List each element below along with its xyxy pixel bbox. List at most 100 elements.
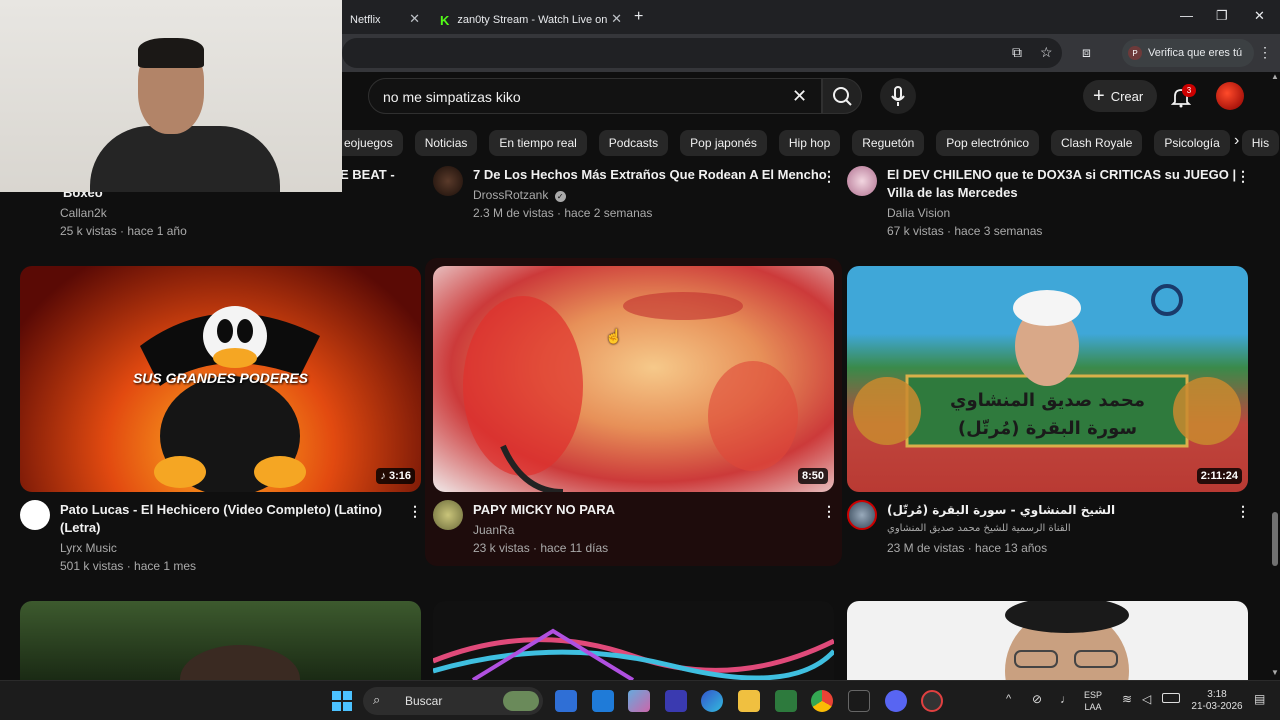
bookmark-star-icon[interactable]: ☆ [1040, 44, 1053, 61]
account-avatar[interactable] [1216, 82, 1244, 110]
close-tab-icon[interactable]: ✕ [611, 11, 622, 27]
taskbar-search[interactable]: ⌕ Buscar [363, 687, 543, 715]
more-options-icon[interactable]: ⋮ [822, 503, 836, 520]
app-icon[interactable] [848, 690, 870, 712]
channel-name[interactable]: Dalia Vision [887, 206, 950, 220]
chip[interactable]: Noticias [414, 130, 478, 156]
chip[interactable]: Reguetón [852, 130, 925, 156]
battery-icon[interactable] [1162, 693, 1180, 703]
app-tray-icon[interactable]: ⊘ [1032, 692, 1042, 706]
clear-search-icon[interactable]: ✕ [792, 86, 807, 107]
minimize-icon[interactable]: — [1180, 8, 1193, 23]
video-title[interactable]: E BEAT - [340, 166, 395, 184]
thumbnail-caption: SUS GRANDES PODERES [132, 370, 309, 386]
install-icon[interactable]: ⧉ [1012, 44, 1022, 61]
maximize-icon[interactable]: ❐ [1216, 8, 1228, 24]
app-icon[interactable] [921, 690, 943, 712]
file-explorer-icon[interactable] [738, 690, 760, 712]
search-highlight-icon [503, 691, 539, 711]
discord-icon[interactable] [885, 690, 907, 712]
video-title[interactable]: الشيخ المنشاوي - سورة البقرة (مُرتّل) [887, 501, 1115, 519]
app-icon[interactable] [665, 690, 687, 712]
voice-search-button[interactable] [880, 78, 916, 114]
channel-name[interactable]: القناة الرسمية للشيخ محمد صديق المنشاوي [887, 523, 1071, 534]
channel-name[interactable]: Callan2k [60, 206, 107, 220]
volume-icon[interactable]: ◁ [1142, 692, 1151, 706]
menu-icon[interactable]: ⋮ [1258, 44, 1272, 61]
clock[interactable]: 3:18 21-03-2026 [1186, 689, 1248, 713]
video-thumbnail[interactable] [847, 601, 1248, 680]
verify-label: Verifica que eres tú [1148, 47, 1243, 59]
verify-button[interactable]: P Verifica que eres tú [1122, 39, 1255, 67]
chip[interactable]: Clash Royale [1051, 130, 1143, 156]
channel-name[interactable]: JuanRa [473, 523, 514, 537]
video-title[interactable]: 7 De Los Hechos Más Extraños Que Rodean … [473, 166, 827, 184]
channel-avatar[interactable] [847, 500, 877, 530]
video-title-cont[interactable]: (Letra) [60, 519, 100, 537]
video-thumbnail[interactable]: 8:50 ☝ [433, 266, 834, 492]
channel-avatar[interactable] [20, 500, 50, 530]
language-indicator[interactable]: ESP LAA [1084, 689, 1102, 713]
chevron-up-icon[interactable]: ^ [1006, 693, 1011, 705]
create-button[interactable]: + Crear [1083, 80, 1158, 112]
chip[interactable]: Psicología [1154, 130, 1230, 156]
webcam-overlay [0, 0, 342, 192]
more-options-icon[interactable]: ⋮ [1236, 503, 1250, 520]
thumbnail-arabic-line1: محمد صديق المنشاوي [950, 390, 1145, 411]
search-input[interactable]: no me simpatizas kiko [368, 78, 822, 114]
video-title[interactable]: Pato Lucas - El Hechicero (Video Complet… [60, 501, 382, 519]
video-meta: 501 k vistas · hace 1 mes [60, 559, 197, 573]
chip[interactable]: Pop japonés [680, 130, 767, 156]
video-thumbnail[interactable] [20, 601, 421, 680]
channel-name-text: DrossRotzank [473, 188, 549, 202]
filter-chips: eojuegos Noticias En tiempo real Podcast… [334, 130, 1280, 156]
chrome-icon[interactable] [811, 690, 833, 712]
channel-avatar[interactable] [847, 166, 877, 196]
close-tab-icon[interactable]: ✕ [409, 11, 420, 27]
chip[interactable]: eojuegos [334, 130, 403, 156]
close-window-icon[interactable]: ✕ [1254, 8, 1265, 24]
channel-avatar[interactable] [433, 500, 463, 530]
channel-name[interactable]: DrossRotzank ✓ [473, 188, 566, 202]
wifi-icon[interactable]: ≋ [1122, 692, 1132, 706]
channel-name[interactable]: Lyrx Music [60, 541, 117, 555]
more-options-icon[interactable]: ⋮ [822, 168, 836, 185]
video-title[interactable]: PAPY MICKY NO PARA [473, 501, 615, 519]
app-icon[interactable] [592, 690, 614, 712]
video-thumbnail[interactable]: SUS GRANDES PODERES ♪ 3:16 [20, 266, 421, 492]
search-button[interactable] [822, 78, 862, 114]
video-meta: 67 k vistas · hace 3 semanas [887, 224, 1043, 238]
channel-avatar[interactable] [433, 166, 463, 196]
copilot-icon[interactable] [628, 690, 650, 712]
app-icon[interactable] [775, 690, 797, 712]
lang-line1: ESP [1084, 690, 1103, 700]
outlook-icon[interactable] [555, 690, 577, 712]
video-title[interactable]: El DEV CHILENO que te DOX3A si CRITICAS … [887, 166, 1236, 184]
edge-icon[interactable] [701, 690, 723, 712]
microphone-tray-icon[interactable]: ♩ [1060, 692, 1072, 706]
new-tab-icon[interactable]: + [634, 8, 643, 26]
scroll-up-icon[interactable]: ▲ [1271, 72, 1279, 81]
video-thumbnail[interactable] [433, 601, 834, 680]
windows-start-icon[interactable] [332, 691, 352, 711]
address-bar[interactable] [342, 38, 1062, 68]
lang-line2: LAA [1084, 702, 1102, 712]
tab-stream[interactable]: K zan0ty Stream - Watch Live on ✕ [432, 6, 628, 34]
tab-netflix[interactable]: Netflix ✕ [342, 6, 426, 34]
more-options-icon[interactable]: ⋮ [1236, 168, 1250, 185]
scroll-down-icon[interactable]: ▼ [1271, 668, 1279, 677]
video-thumbnail[interactable]: محمد صديق المنشاوي سورة البقرة (مُرتّل) … [847, 266, 1248, 492]
page-scrollbar[interactable]: ▲ ▼ [1270, 72, 1280, 680]
verified-check-icon: ✓ [554, 191, 566, 202]
chevron-right-icon[interactable]: › [1234, 132, 1239, 150]
scrollbar-thumb[interactable] [1272, 512, 1278, 566]
chip[interactable]: Podcasts [598, 130, 669, 156]
video-title-cont[interactable]: Villa de las Mercedes [887, 184, 1018, 202]
chip[interactable]: En tiempo real [489, 130, 587, 156]
chip[interactable]: Pop electrónico [936, 130, 1040, 156]
chip[interactable]: Hip hop [778, 130, 841, 156]
extensions-icon[interactable]: ⧈ [1082, 44, 1091, 61]
notification-center-icon[interactable]: ▤ [1254, 692, 1265, 706]
screen: Netflix ✕ K zan0ty Stream - Watch Live o… [0, 0, 1280, 720]
more-options-icon[interactable]: ⋮ [408, 503, 422, 520]
